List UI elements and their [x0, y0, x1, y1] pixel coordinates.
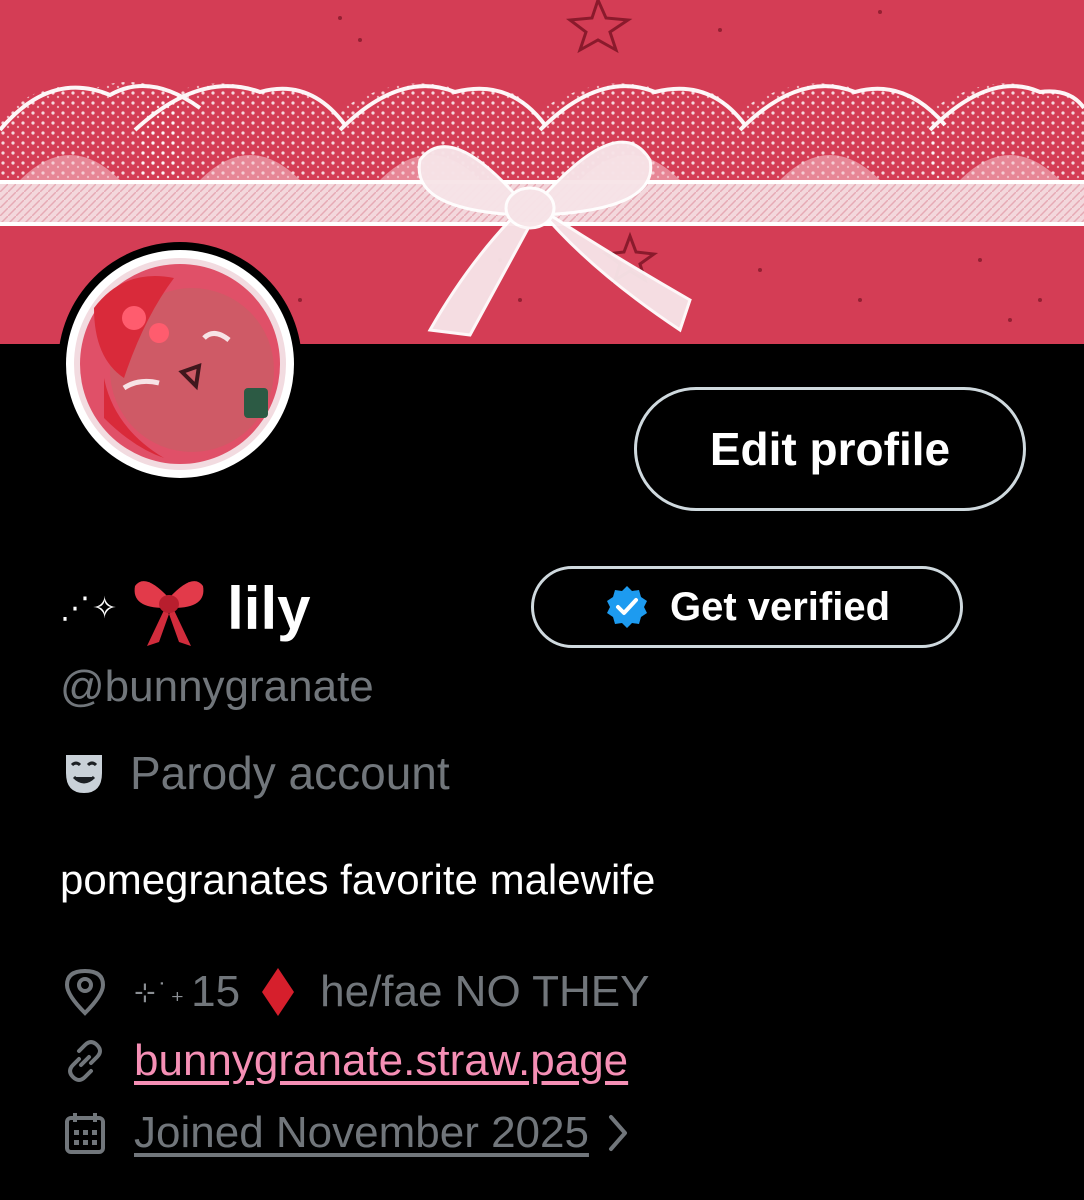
theater-mask-icon: [66, 755, 102, 793]
username-handle: @bunnygranate: [60, 662, 374, 711]
link-icon: [60, 1039, 110, 1083]
profile-avatar[interactable]: [58, 242, 302, 486]
red-diamond-icon: [260, 966, 296, 1018]
website-link[interactable]: bunnygranate.straw.page: [134, 1036, 628, 1086]
location-pin-icon: [60, 967, 110, 1017]
verified-badge-icon: [606, 586, 647, 628]
location-pronouns: he/fae NO THEY: [320, 967, 650, 1016]
location-sparkle-decoration: ⊹˙₊: [134, 976, 188, 1007]
red-bow-icon: [131, 568, 207, 648]
joined-date-row[interactable]: Joined November 2025: [60, 1108, 631, 1158]
display-name: lily: [227, 574, 311, 642]
chevron-right-icon[interactable]: [605, 1113, 631, 1153]
get-verified-label: Get verified: [669, 584, 891, 629]
joined-date-text[interactable]: Joined November 2025: [134, 1108, 589, 1158]
calendar-icon: [60, 1110, 110, 1156]
display-name-row: ⋰✧ lily: [60, 566, 311, 650]
location-row: ⊹˙₊ 15 he/fae NO THEY: [60, 966, 649, 1018]
edit-profile-button[interactable]: Edit profile: [634, 387, 1026, 511]
avatar-image: [66, 250, 294, 478]
profile-bio: pomegranates favorite malewife: [60, 856, 656, 903]
location-number: 15: [191, 967, 241, 1016]
parody-account-label-row: Parody account: [60, 746, 450, 800]
website-row: bunnygranate.straw.page: [60, 1036, 628, 1086]
name-sparkle-decoration: ⋰✧: [60, 591, 120, 625]
get-verified-button[interactable]: Get verified: [531, 566, 963, 648]
parody-account-text: Parody account: [130, 747, 450, 799]
